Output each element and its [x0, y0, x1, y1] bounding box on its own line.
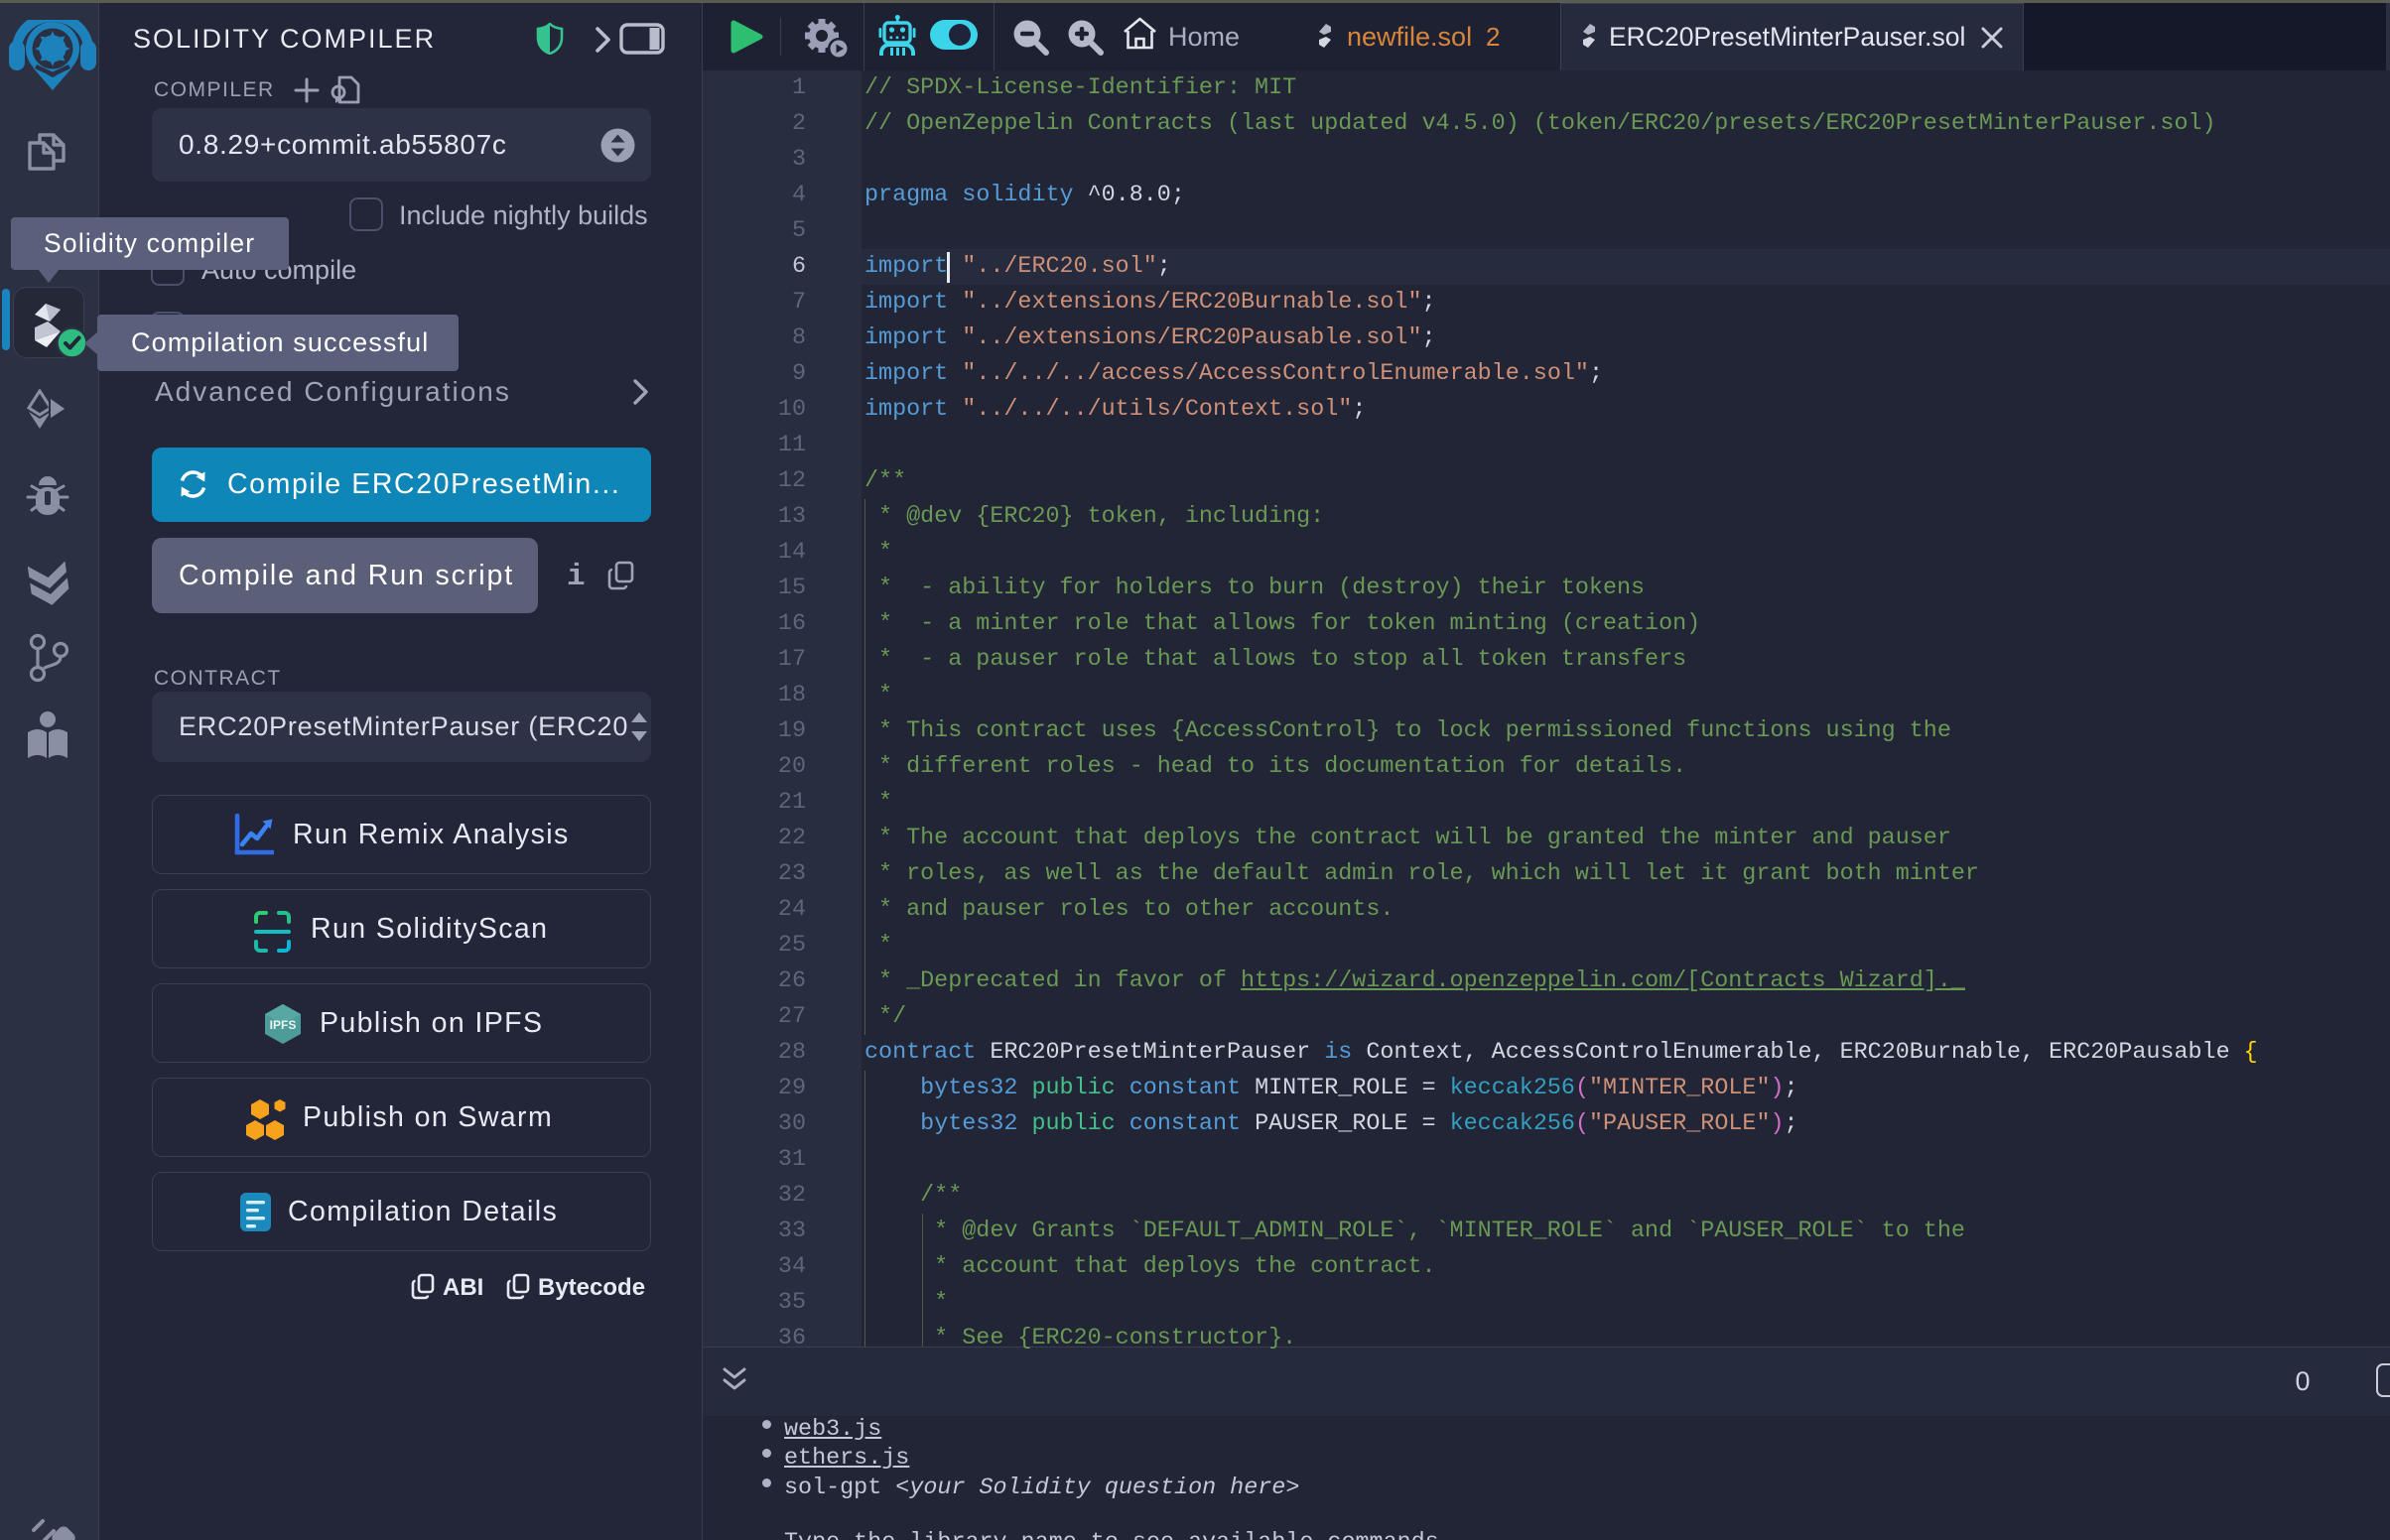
svg-text:IPFS: IPFS — [270, 1018, 297, 1032]
